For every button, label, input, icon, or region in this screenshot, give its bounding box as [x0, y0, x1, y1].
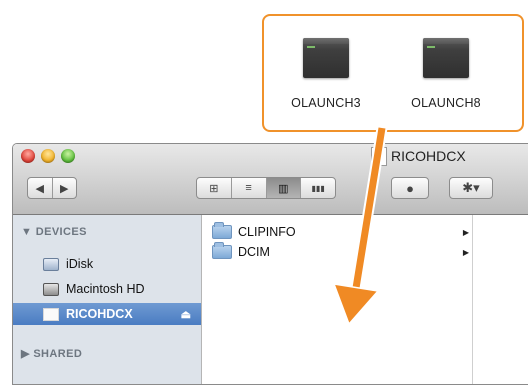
disclosure-arrow-icon: ▶: [462, 227, 469, 237]
folder-name: CLIPINFO: [238, 225, 296, 239]
eye-icon: ●: [406, 180, 414, 196]
quick-look-button[interactable]: ●: [391, 177, 429, 199]
eject-icon[interactable]: ⏏: [181, 308, 191, 321]
volume-icon: [371, 146, 387, 166]
forward-button[interactable]: ▶: [53, 178, 77, 198]
folder-icon: [212, 242, 232, 259]
view-switcher: ⊞ ≡ ▥ ▮▮▮: [196, 177, 336, 199]
minimize-button[interactable]: [41, 149, 55, 163]
action-menu-button[interactable]: ✱▾: [449, 177, 493, 199]
gear-icon: ✱▾: [462, 180, 480, 195]
back-button[interactable]: ◀: [28, 178, 53, 198]
sidebar: ▼ DEVICES iDisk Macintosh HD RICOHDCX ⏏ …: [13, 215, 202, 384]
titlebar: RICOHDCX ◀ ▶ ⊞ ≡ ▥ ▮▮▮ ● ✱▾: [13, 144, 528, 215]
list-view-icon: ≡: [245, 182, 252, 194]
file-olaunch3[interactable]: OLAUNCH3: [286, 38, 366, 110]
folder-row-dcim[interactable]: DCIM ▶: [212, 242, 472, 261]
callout-box: OLAUNCH3 OLAUNCH8: [262, 14, 524, 132]
folder-row-clipinfo[interactable]: CLIPINFO ▶: [212, 222, 472, 241]
sidebar-item-idisk[interactable]: iDisk: [13, 253, 201, 275]
file-olaunch8[interactable]: OLAUNCH8: [406, 38, 486, 110]
folder-icon: [212, 222, 232, 239]
shared-header[interactable]: ▶ SHARED: [21, 347, 82, 360]
icon-view-icon: ⊞: [209, 182, 219, 195]
idisk-icon: [43, 257, 59, 271]
file-name: OLAUNCH3: [291, 96, 361, 110]
disclosure-arrow-icon: ▶: [462, 247, 469, 257]
sidebar-item-ricohdcx[interactable]: RICOHDCX ⏏: [13, 303, 201, 325]
devices-header[interactable]: ▼ DEVICES: [21, 226, 87, 238]
coverflow-view-icon: ▮▮▮: [311, 183, 325, 193]
column-browser: CLIPINFO ▶ DCIM ▶: [202, 215, 528, 384]
column-view-icon: ▥: [278, 182, 289, 195]
sidebar-item-label: RICOHDCX: [66, 307, 133, 321]
sidebar-item-macintosh-hd[interactable]: Macintosh HD: [13, 278, 201, 300]
executable-icon: [423, 38, 469, 78]
sidebar-item-label: Macintosh HD: [66, 282, 145, 296]
executable-icon: [303, 38, 349, 78]
folder-name: DCIM: [238, 245, 270, 259]
forward-arrow-icon: ▶: [60, 182, 69, 195]
finder-window: RICOHDCX ◀ ▶ ⊞ ≡ ▥ ▮▮▮ ● ✱▾ ▼ DEVICES iD…: [12, 143, 528, 385]
zoom-button[interactable]: [61, 149, 75, 163]
back-forward-control: ◀ ▶: [27, 177, 77, 199]
view-coverflow-button[interactable]: ▮▮▮: [301, 178, 335, 198]
column-divider: [472, 215, 473, 384]
hard-drive-icon: [43, 282, 59, 296]
window-title-text: RICOHDCX: [391, 148, 466, 164]
memory-card-icon: [43, 307, 59, 321]
close-button[interactable]: [21, 149, 35, 163]
window-title: RICOHDCX: [371, 146, 466, 166]
file-name: OLAUNCH8: [411, 96, 481, 110]
view-list-button[interactable]: ≡: [232, 178, 267, 198]
view-columns-button[interactable]: ▥: [266, 178, 302, 198]
sidebar-item-label: iDisk: [66, 257, 94, 271]
view-icons-button[interactable]: ⊞: [197, 178, 232, 198]
back-arrow-icon: ◀: [35, 182, 44, 195]
